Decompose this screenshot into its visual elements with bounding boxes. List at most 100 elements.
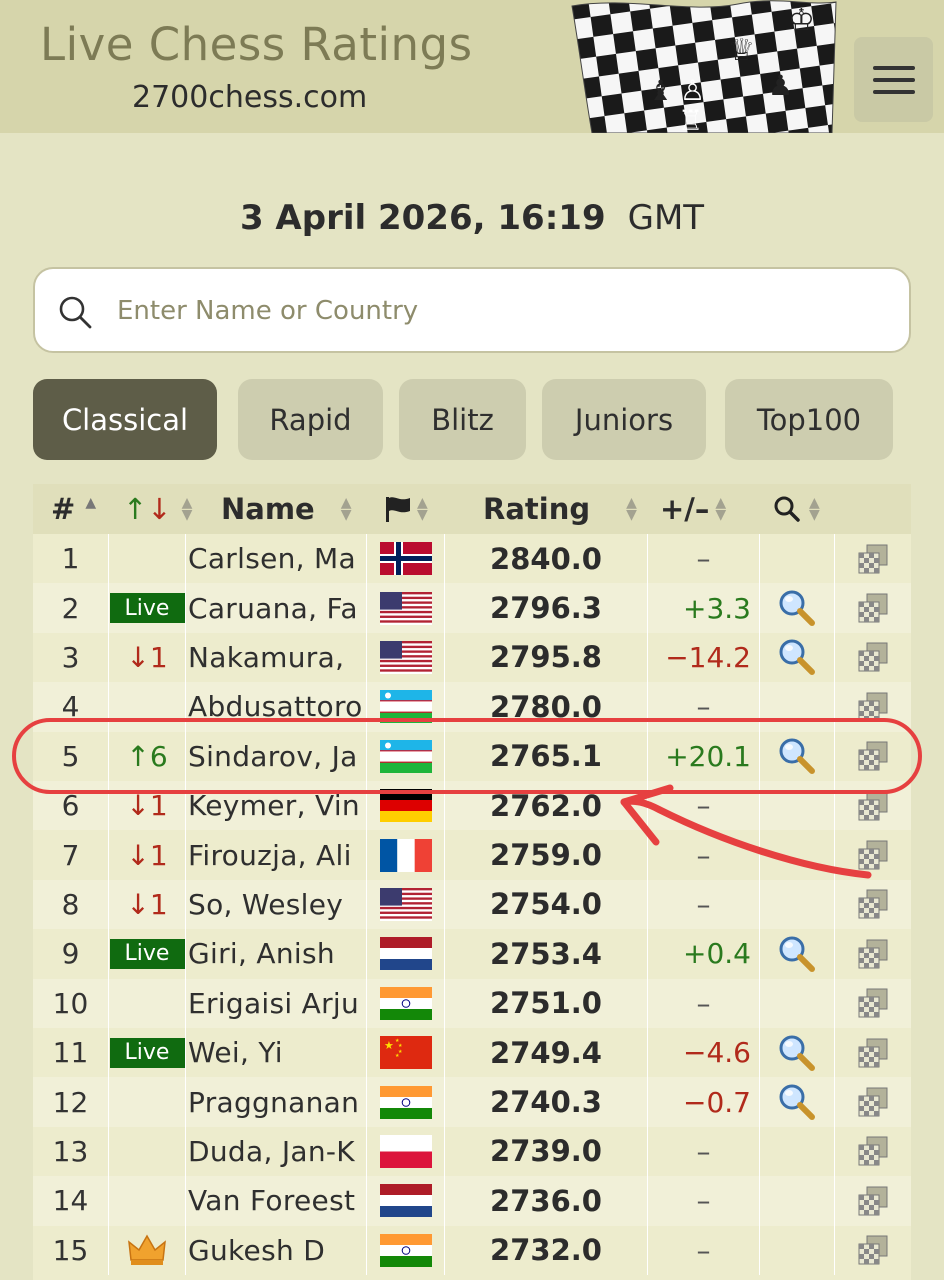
search-cell[interactable] <box>760 731 835 781</box>
search-cell[interactable] <box>760 583 835 633</box>
game-cell[interactable] <box>835 732 911 781</box>
rating-diff: – <box>648 781 760 831</box>
header-country[interactable]: ▲ ▼ <box>383 484 428 534</box>
table-row[interactable]: 3 ↓1 Nakamura, 2795.8 −14.2 <box>33 632 911 683</box>
header-change-label: ↑↓ <box>123 492 172 526</box>
player-name[interactable]: Carlsen, Ma <box>186 534 367 584</box>
table-row[interactable]: 11 Live Wei, Yi ★ ★ ★ ★ ★ 2749.4 −4.6 <box>33 1028 911 1078</box>
table-row[interactable]: 10 Erigaisi Arju 2751.0 – <box>33 978 911 1028</box>
chessboard-icon <box>858 939 888 969</box>
player-name[interactable]: Giri, Anish <box>186 929 367 979</box>
tab-rapid[interactable]: Rapid <box>238 379 383 460</box>
table-row[interactable]: 7 ↓1 Firouzja, Ali 2759.0 – <box>33 830 911 880</box>
table-row[interactable]: 6 ↓1 Keymer, Vin 2762.0 – <box>33 781 911 831</box>
tab-blitz[interactable]: Blitz <box>399 379 526 460</box>
header-diff[interactable]: +/– ▲ ▼ <box>660 484 726 534</box>
game-cell[interactable] <box>835 583 911 632</box>
game-cell[interactable] <box>835 929 911 978</box>
sort-icon: ▲ ▼ <box>809 495 820 523</box>
player-name[interactable]: Abdusattoro <box>186 682 367 732</box>
rank-cell: 11 <box>33 1028 109 1078</box>
date-line: 3 April 2026, 16:19 GMT <box>0 198 944 238</box>
table-row[interactable]: 14 Van Foreest 2736.0 – <box>33 1176 911 1226</box>
rating-cell: 2732.0 <box>445 1225 648 1275</box>
game-cell[interactable] <box>835 682 911 731</box>
game-cell[interactable] <box>835 1176 911 1225</box>
site-subtitle[interactable]: 2700chess.com <box>132 80 367 115</box>
player-search-icon <box>779 590 815 627</box>
search-box[interactable] <box>33 267 911 353</box>
search-cell <box>760 534 835 584</box>
search-cell[interactable] <box>760 929 835 979</box>
rank-change: ↓1 <box>126 838 168 872</box>
table-row[interactable]: 9 Live Giri, Anish 2753.4 +0.4 <box>33 929 911 979</box>
rank-cell: 8 <box>33 879 109 930</box>
chessboard-icon <box>858 593 888 623</box>
player-name[interactable]: So, Wesley <box>186 879 367 930</box>
player-name[interactable]: Erigaisi Arju <box>186 978 367 1028</box>
search-cell[interactable] <box>760 1028 835 1078</box>
table-row[interactable]: 8 ↓1 So, Wesley 2754.0 – <box>33 879 911 930</box>
chessboard-icon <box>858 692 888 722</box>
header-rank[interactable]: # ▲ ▼ <box>51 484 96 534</box>
player-name[interactable]: Gukesh D <box>186 1225 367 1275</box>
player-name[interactable]: Sindarov, Ja <box>186 731 367 781</box>
svg-text:★: ★ <box>384 1039 394 1052</box>
player-search-icon <box>779 936 815 972</box>
live-badge[interactable]: Live <box>109 1037 185 1068</box>
player-name[interactable]: Praggnanan <box>186 1077 367 1127</box>
change-cell <box>109 1077 186 1127</box>
live-badge[interactable]: Live <box>109 593 185 624</box>
menu-bar <box>872 89 915 94</box>
table-row[interactable]: 4 Abdusattoro 2780.0 – <box>33 682 911 732</box>
game-cell[interactable] <box>835 633 911 682</box>
player-name[interactable]: Nakamura, <box>186 632 367 683</box>
game-cell[interactable] <box>835 534 911 583</box>
player-name[interactable]: Duda, Jan-K <box>186 1126 367 1177</box>
country-cell <box>367 1126 445 1177</box>
header-change[interactable]: ↑↓ ▲ ▼ <box>123 484 192 534</box>
game-cell[interactable] <box>835 979 911 1028</box>
player-name[interactable]: Caruana, Fa <box>186 583 367 633</box>
table-row[interactable]: 1 Carlsen, Ma 2840.0 – <box>33 534 911 584</box>
table-row[interactable]: 12 Praggnanan 2740.3 −0.7 <box>33 1077 911 1127</box>
rank-cell: 12 <box>33 1077 109 1127</box>
search-cell[interactable] <box>760 1077 835 1127</box>
live-badge[interactable]: Live <box>109 938 185 969</box>
site-title[interactable]: Live Chess Ratings <box>40 18 473 71</box>
player-name[interactable]: Firouzja, Ali <box>186 830 367 880</box>
flag-india-icon <box>379 1233 432 1267</box>
rating-cell: 2753.4 <box>445 929 648 979</box>
table-row[interactable]: 5 ↑6 Sindarov, Ja 2765.1 +20.1 <box>33 731 911 781</box>
tab-classical[interactable]: Classical <box>33 379 217 460</box>
player-name[interactable]: Wei, Yi <box>186 1028 367 1078</box>
game-cell[interactable] <box>835 1127 911 1176</box>
flag-usa-icon <box>379 640 432 674</box>
rating-diff: −4.6 <box>648 1028 760 1078</box>
header-rating[interactable]: Rating ▲ ▼ <box>483 484 637 534</box>
game-cell[interactable] <box>835 1226 911 1275</box>
table-row[interactable]: 15 Gukesh D 2732.0 – <box>33 1225 911 1275</box>
timezone: GMT <box>627 198 705 238</box>
search-cell[interactable] <box>760 632 835 683</box>
rating-diff: – <box>648 1225 760 1275</box>
table-row[interactable]: 13 Duda, Jan-K 2739.0 – <box>33 1126 911 1177</box>
tab-juniors[interactable]: Juniors <box>542 379 706 460</box>
game-cell[interactable] <box>835 830 911 879</box>
player-name[interactable]: Keymer, Vin <box>186 781 367 831</box>
game-cell[interactable] <box>835 1077 911 1126</box>
header-name[interactable]: Name ▲ ▼ <box>221 484 352 534</box>
tab-top100[interactable]: Top100 <box>725 379 893 460</box>
player-name[interactable]: Van Foreest <box>186 1176 367 1226</box>
game-cell[interactable] <box>835 880 911 929</box>
flag-uzbekistan-icon <box>379 739 432 773</box>
rating-cell: 2762.0 <box>445 781 648 831</box>
change-cell: Live <box>109 583 186 633</box>
menu-button[interactable] <box>854 37 933 122</box>
chessboard-icon <box>858 1235 888 1265</box>
search-input[interactable] <box>117 287 877 335</box>
game-cell[interactable] <box>835 781 911 830</box>
header-search[interactable]: ▲ ▼ <box>773 484 820 534</box>
game-cell[interactable] <box>835 1028 911 1077</box>
table-row[interactable]: 2 Live Caruana, Fa 2796.3 +3.3 <box>33 583 911 633</box>
